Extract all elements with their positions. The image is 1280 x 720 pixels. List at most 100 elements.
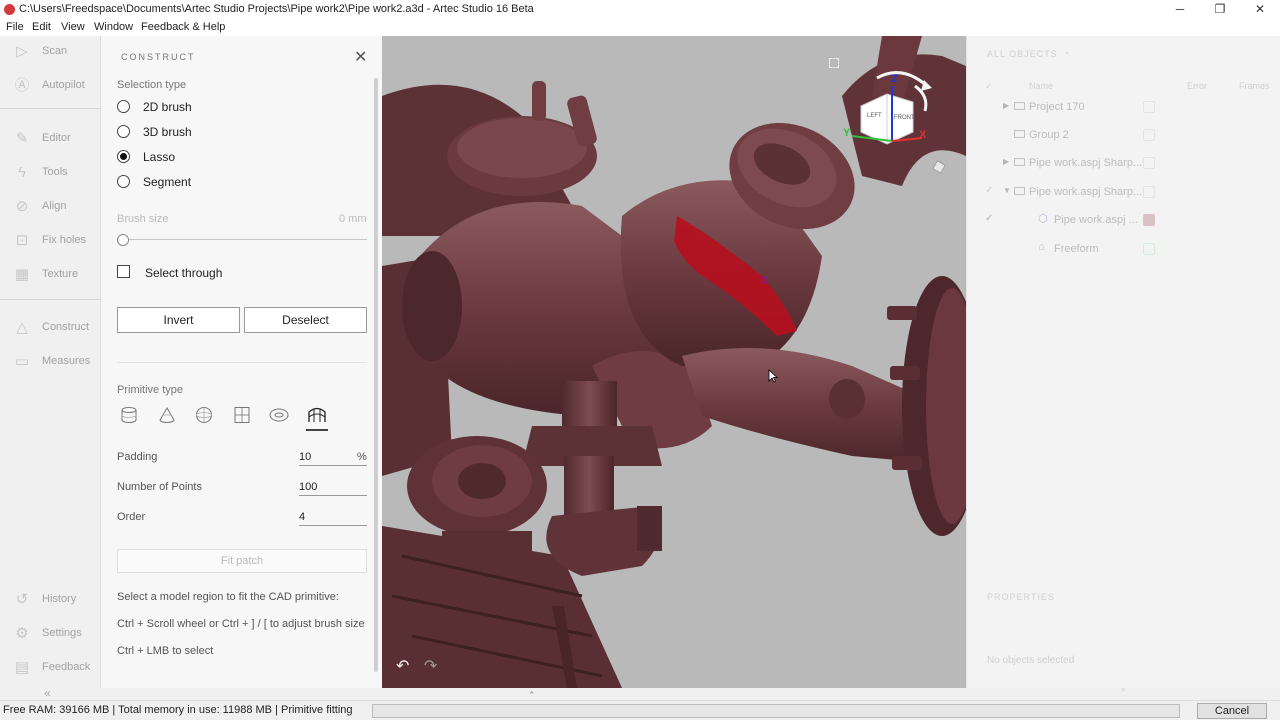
tree-row[interactable]: ✓ ⬡ Pipe work.aspj ... [967, 210, 1280, 230]
3d-viewport[interactable]: Z X Y LEFT FRONT ↶ ↷ [382, 36, 966, 688]
visibility-toggle[interactable] [1143, 129, 1155, 141]
invert-button[interactable]: Invert [117, 307, 240, 333]
nav-divider [0, 299, 100, 300]
menu-view[interactable]: View [61, 21, 85, 33]
nav-editor[interactable]: ✎ Editor [0, 125, 100, 153]
align-icon: ⊘ [15, 198, 29, 215]
color-swatch[interactable] [1143, 214, 1155, 226]
radio-button[interactable] [117, 150, 130, 163]
redo-button[interactable]: ↷ [424, 658, 437, 675]
nav-tools[interactable]: ϟ Tools [0, 159, 100, 187]
visibility-toggle[interactable] [1143, 157, 1155, 169]
cylinder-icon[interactable] [119, 406, 139, 424]
close-panel-button[interactable]: ✕ [354, 47, 367, 67]
freeform-patch-icon[interactable] [307, 406, 327, 424]
deselect-button[interactable]: Deselect [244, 307, 367, 333]
name-column-header[interactable]: Name [1029, 81, 1053, 91]
nav-label: Feedback [42, 661, 91, 673]
error-column-header[interactable]: Error [1187, 81, 1207, 91]
pencil-icon: ✎ [15, 130, 29, 147]
nav-label: Measures [42, 355, 91, 367]
history-icon: ↺ [15, 591, 29, 608]
nav-align[interactable]: ⊘ Align [0, 193, 100, 221]
brush-size-slider-thumb[interactable] [117, 234, 129, 246]
select-through-checkbox[interactable] [117, 265, 130, 278]
nav-label: Tools [42, 166, 68, 178]
close-window-button[interactable]: ✕ [1240, 0, 1280, 19]
texture-icon: ▦ [14, 266, 30, 283]
radio-button[interactable] [117, 175, 130, 188]
nav-texture[interactable]: ▦ Texture [0, 261, 100, 289]
expand-arrow-icon[interactable]: ▼ [1003, 186, 1011, 195]
tree-row[interactable]: ▶ Project 170 [967, 97, 1280, 117]
torus-icon[interactable] [269, 406, 289, 424]
expand-arrow-icon[interactable]: ▶ [1003, 157, 1009, 166]
app-icon [4, 4, 15, 15]
cube-front-face[interactable]: FRONT [894, 115, 915, 121]
tree-row[interactable]: ▶ Pipe work.aspj Sharp... [967, 153, 1280, 173]
window-title: C:\Users\Freedspace\Documents\Artec Stud… [19, 3, 534, 15]
cube-left-face[interactable]: LEFT [867, 113, 882, 119]
tree-row[interactable]: ✓ ▼ Pipe work.aspj Sharp... [967, 182, 1280, 202]
nav-fix-holes[interactable]: ⊡ Fix holes [0, 227, 100, 255]
nav-label: Scan [42, 45, 68, 57]
frames-column-header[interactable]: Frames [1239, 81, 1270, 91]
no-selection-text: No objects selected [987, 655, 1075, 666]
objects-panel: ALL OBJECTS ⌄ ✓ Name Error Frames ▶ Proj… [966, 36, 1280, 694]
bolt-icon: ϟ [18, 164, 26, 181]
nav-construct[interactable]: △ Construct [0, 314, 100, 342]
hint-text: Ctrl + Scroll wheel or Ctrl + ] / [ to a… [117, 618, 365, 630]
folder-icon [1014, 130, 1025, 138]
menu-feedback-help[interactable]: Feedback & Help [141, 21, 225, 33]
tree-item-label: Pipe work.aspj Sharp... [1029, 186, 1143, 198]
tree-item-label: Group 2 [1029, 129, 1069, 141]
brush-size-value: 0 mm [339, 213, 367, 225]
menu-file[interactable]: File [6, 21, 24, 33]
axis-z-label: Z [891, 73, 898, 85]
radio-button[interactable] [117, 100, 130, 113]
fit-patch-button[interactable]: Fit patch [117, 549, 367, 573]
radio-button[interactable] [117, 125, 130, 138]
visibility-toggle[interactable] [1143, 243, 1155, 255]
folder-icon [1014, 187, 1025, 195]
expand-arrow-icon[interactable]: ▶ [1003, 101, 1009, 110]
panel-scrollbar[interactable] [374, 78, 378, 672]
visibility-toggle[interactable] [1143, 186, 1155, 198]
minimize-button[interactable]: ─ [1160, 0, 1200, 19]
tree-row[interactable]: Group 2 [967, 125, 1280, 145]
collapse-panel-icon[interactable]: » [1121, 684, 1126, 694]
points-input[interactable] [299, 479, 367, 496]
order-input[interactable] [299, 509, 367, 526]
plane-icon[interactable] [232, 406, 252, 424]
folder-icon [1014, 102, 1025, 110]
checkmark-icon[interactable]: ✓ [985, 185, 993, 196]
cancel-button[interactable]: Cancel [1197, 703, 1267, 719]
maximize-button[interactable]: ❐ [1200, 0, 1240, 19]
checkmark-icon[interactable]: ✓ [985, 213, 993, 224]
construct-panel: CONSTRUCT ✕ Selection type 2D brush 3D b… [100, 36, 382, 688]
undo-button[interactable]: ↶ [396, 658, 409, 675]
chevron-down-icon[interactable]: ⌄ [1064, 47, 1071, 56]
nav-label: Editor [42, 132, 71, 144]
menu-edit[interactable]: Edit [32, 21, 51, 33]
gear-icon: ⚙ [15, 625, 29, 642]
nav-history[interactable]: ↺ History [0, 586, 100, 614]
nav-scan[interactable]: ▷ Scan [0, 38, 100, 66]
check-column-icon: ✓ [985, 81, 993, 91]
nav-measures[interactable]: ▭ Measures [0, 348, 100, 376]
left-nav: ▷ Scan Ⓐ Autopilot ✎ Editor ϟ Tools ⊘ Al… [0, 36, 100, 700]
menu-window[interactable]: Window [94, 21, 133, 33]
fit-view-icon[interactable] [829, 58, 839, 68]
panel-title: CONSTRUCT [121, 52, 196, 62]
sphere-icon[interactable] [194, 406, 214, 424]
nav-autopilot[interactable]: Ⓐ Autopilot [0, 72, 100, 100]
tree-row[interactable]: ⌂ Freeform [967, 239, 1280, 259]
play-icon: ▷ [16, 43, 28, 60]
all-objects-header[interactable]: ALL OBJECTS [987, 49, 1058, 59]
visibility-toggle[interactable] [1143, 101, 1155, 113]
nav-settings[interactable]: ⚙ Settings [0, 620, 100, 648]
collapse-nav-button[interactable]: « [44, 686, 51, 700]
cone-icon[interactable] [157, 406, 177, 424]
brush-size-slider-track[interactable] [117, 239, 367, 240]
nav-feedback[interactable]: ▤ Feedback [0, 654, 100, 682]
